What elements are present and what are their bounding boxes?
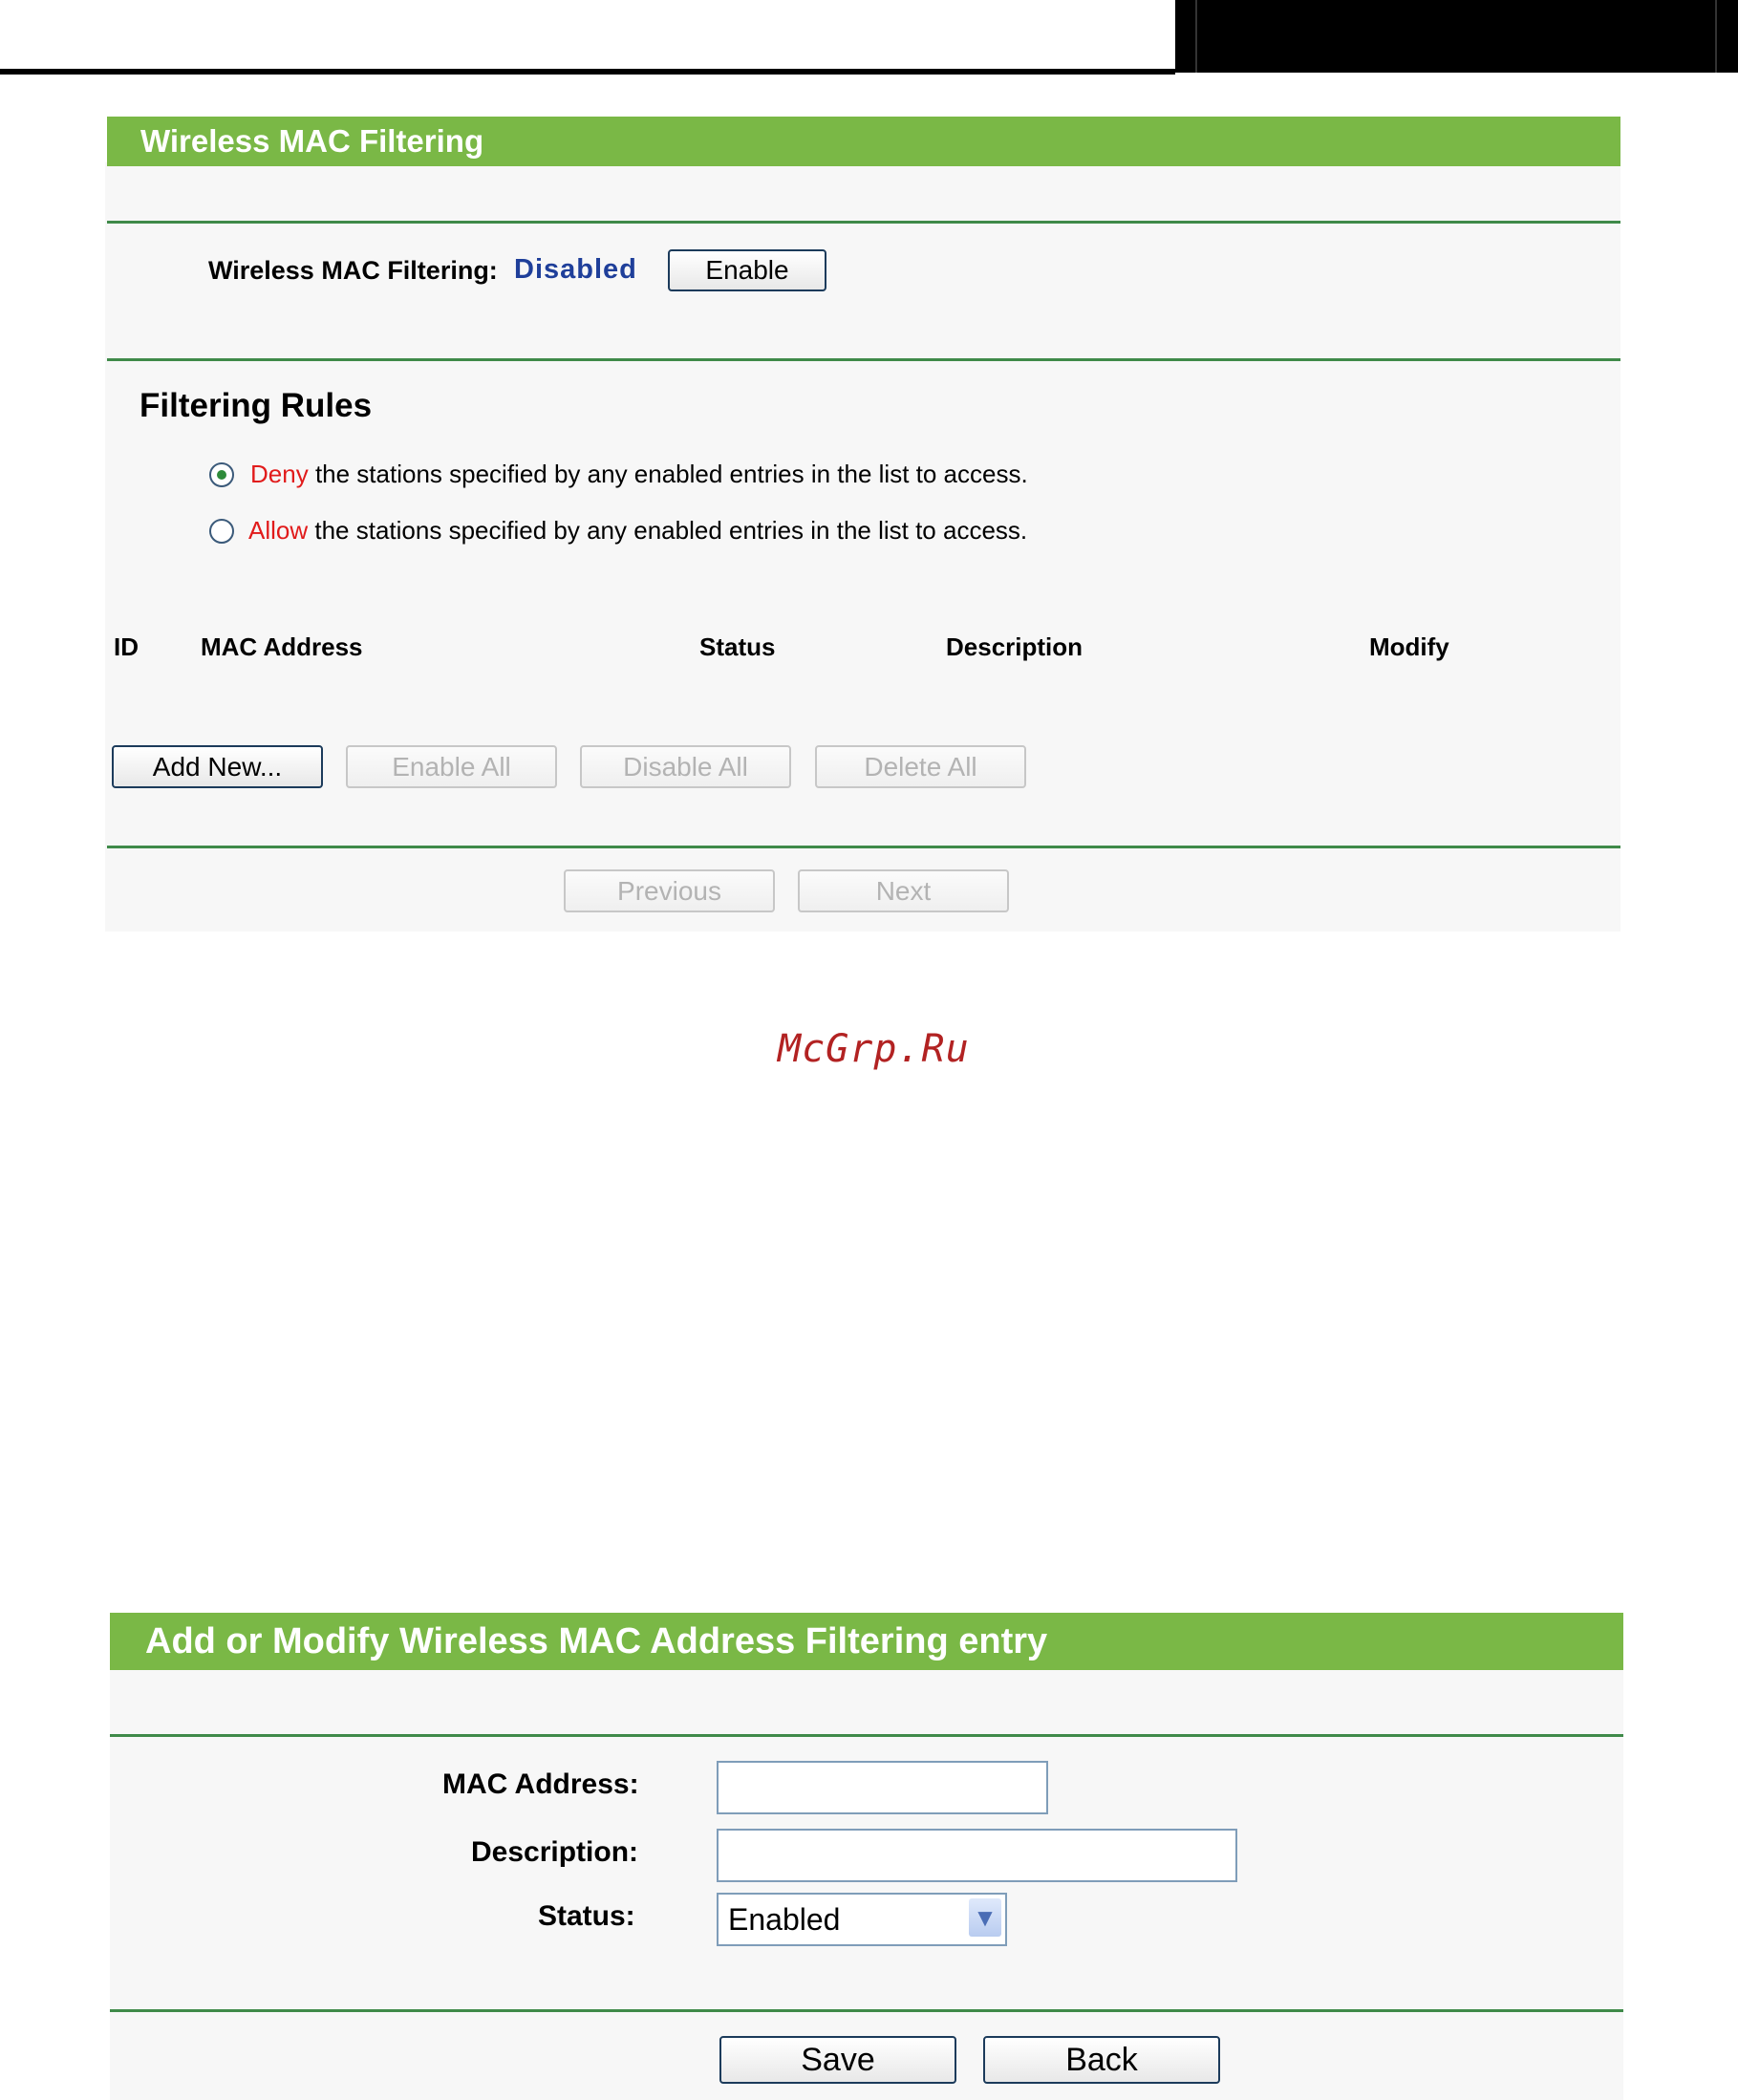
column-status: Status [699, 632, 776, 661]
allow-radio[interactable] [209, 519, 234, 544]
status-select-value: Enabled [728, 1901, 841, 1937]
deny-radio[interactable] [209, 462, 234, 487]
allow-text: the stations specified by any enabled en… [314, 516, 1028, 545]
column-mac-address: MAC Address [201, 632, 363, 661]
deny-text: the stations specified by any enabled en… [314, 460, 1028, 488]
filtering-label: Wireless MAC Filtering: [208, 256, 498, 285]
delete-all-button[interactable]: Delete All [815, 745, 1026, 788]
enable-button[interactable]: Enable [668, 249, 826, 291]
status-select[interactable]: Enabled ▼ [717, 1893, 1007, 1946]
description-input[interactable] [717, 1829, 1237, 1882]
description-label: Description: [471, 1836, 639, 1868]
next-button[interactable]: Next [798, 869, 1009, 912]
panel-title: Wireless MAC Filtering [107, 117, 1620, 166]
column-id: ID [114, 632, 139, 661]
deny-word: Deny [250, 460, 309, 488]
add-new-button[interactable]: Add New... [112, 745, 323, 788]
header-rule [0, 69, 1175, 75]
mac-address-label: MAC Address: [442, 1768, 639, 1800]
enable-all-button[interactable]: Enable All [346, 745, 557, 788]
divider [110, 1734, 1623, 1737]
back-button[interactable]: Back [983, 2036, 1220, 2084]
allow-word: Allow [248, 516, 309, 545]
divider [107, 358, 1620, 361]
disable-all-button[interactable]: Disable All [580, 745, 791, 788]
header-black-block [1175, 0, 1738, 73]
filtering-rules-heading: Filtering Rules [139, 387, 373, 424]
status-label: Status: [538, 1900, 635, 1932]
panel-title: Add or Modify Wireless MAC Address Filte… [110, 1613, 1623, 1670]
status-badge: Disabled [514, 254, 637, 285]
mac-address-input[interactable] [717, 1761, 1048, 1814]
column-description: Description [946, 632, 1084, 661]
divider [110, 2009, 1623, 2012]
watermark-text: McGrp.Ru [778, 1027, 970, 1071]
save-button[interactable]: Save [719, 2036, 956, 2084]
previous-button[interactable]: Previous [564, 869, 775, 912]
chevron-down-icon[interactable]: ▼ [969, 1898, 1001, 1937]
divider [107, 221, 1620, 224]
column-modify: Modify [1369, 632, 1449, 661]
divider [107, 846, 1620, 848]
